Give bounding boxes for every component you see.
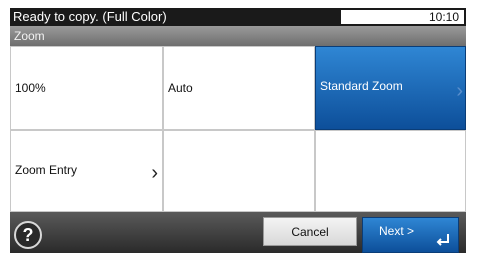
empty-cell [163,130,315,212]
zoom-option-auto[interactable]: Auto [163,46,315,130]
screen-title-bar: Zoom [10,26,466,46]
zoom-option-label: Standard Zoom [320,79,403,93]
chevron-right-icon: › [151,162,158,184]
status-bar: Ready to copy. (Full Color) 10:10 [10,8,466,26]
zoom-options-grid: 100% Auto Standard Zoom › Zoom Entry › [10,46,466,212]
chevron-right-icon: › [456,80,463,102]
clock-time: 10:10 [428,10,459,24]
cancel-button[interactable]: Cancel [263,217,357,246]
clock-box: 10:10 [341,10,464,24]
empty-cell [315,130,466,212]
zoom-option-label: Zoom Entry [15,163,78,177]
zoom-option-zoom-entry[interactable]: Zoom Entry › [10,130,163,212]
next-button[interactable]: Next > [362,217,459,253]
help-button[interactable]: ? [14,221,42,249]
bottom-bar: ? Cancel Next > [10,212,466,253]
zoom-option-100-percent[interactable]: 100% [10,46,163,130]
next-button-label: Next > [379,224,415,238]
status-message: Ready to copy. (Full Color) [13,9,167,24]
question-circle-icon: ? [22,225,34,245]
zoom-option-standard-zoom[interactable]: Standard Zoom › [315,46,466,130]
screen-title: Zoom [14,29,45,43]
zoom-option-label: 100% [15,81,46,95]
zoom-option-label: Auto [168,81,193,95]
cancel-button-label: Cancel [291,225,329,239]
enter-return-icon [436,234,449,246]
